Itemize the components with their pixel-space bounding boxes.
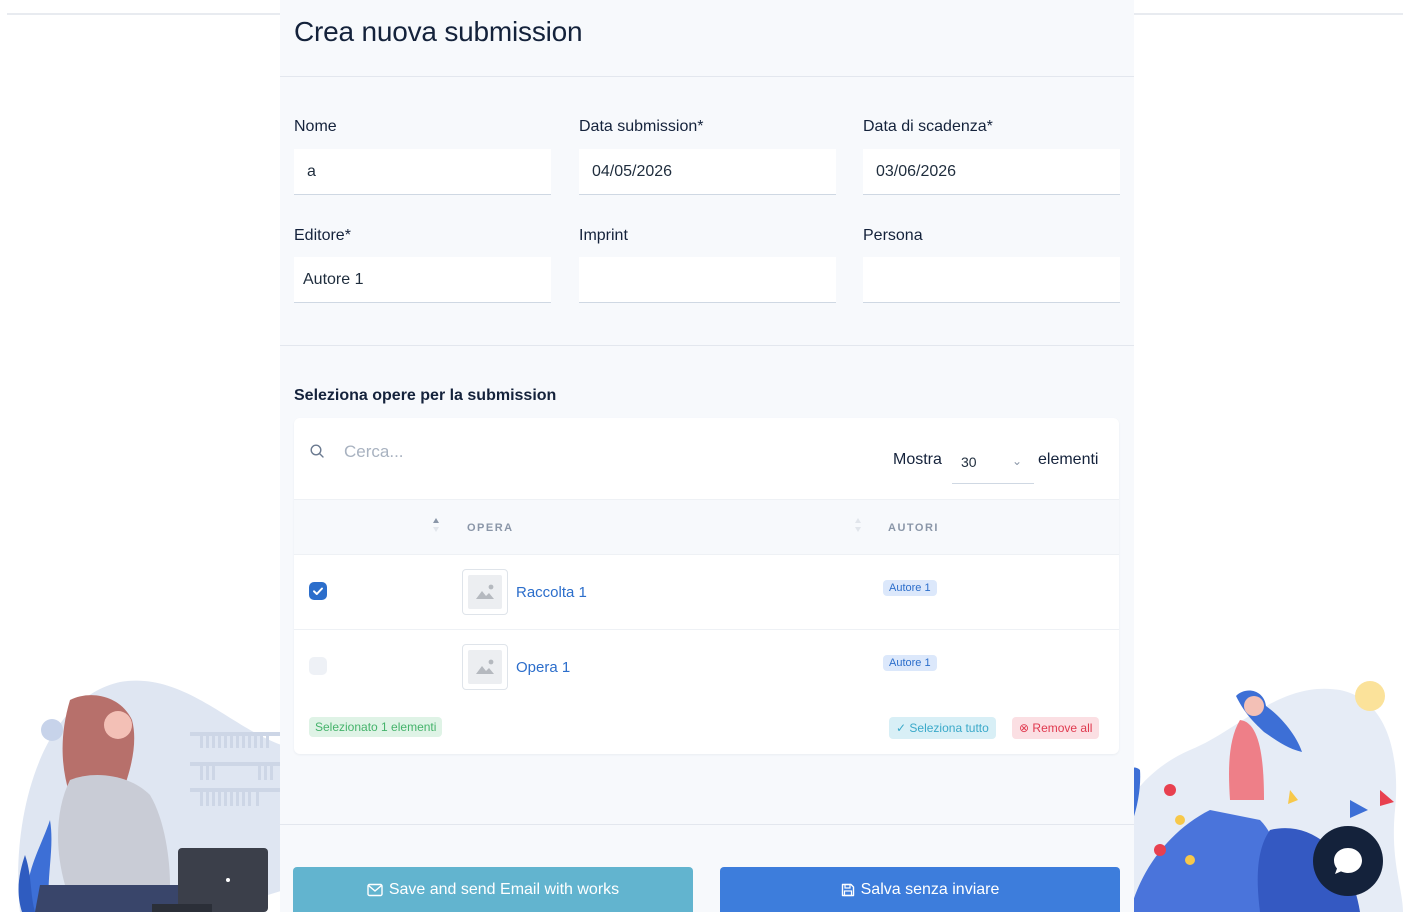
- image-placeholder-icon: [476, 659, 494, 674]
- page-size-suffix: elementi: [1038, 451, 1099, 468]
- divider: [280, 76, 1134, 77]
- table-header: OPERA AUTORI: [294, 499, 1119, 555]
- selected-count-badge: Selezionato 1 elementi: [309, 717, 443, 737]
- sort-icon[interactable]: [854, 516, 862, 534]
- remove-all-label: Remove all: [1032, 721, 1093, 735]
- page-size-prefix: Mostra: [893, 451, 942, 468]
- circle-decoration: [41, 719, 63, 741]
- save-and-send-email-button[interactable]: Save and send Email with works: [293, 867, 693, 912]
- data-submission-label: Data submission*: [579, 118, 704, 135]
- row-checkbox[interactable]: [309, 582, 327, 600]
- image-placeholder-icon: [476, 584, 494, 599]
- work-title-link[interactable]: Raccolta 1: [516, 584, 587, 601]
- page-size-value: 30: [961, 454, 977, 470]
- imprint-label: Imprint: [579, 227, 628, 244]
- works-section-title: Seleziona opere per la submission: [294, 387, 557, 404]
- data-scadenza-label: Data di scadenza*: [863, 118, 993, 135]
- nome-input[interactable]: a: [294, 149, 551, 195]
- divider: [280, 824, 1134, 825]
- chat-bubble-icon: [1334, 848, 1362, 874]
- editore-select[interactable]: Autore 1: [294, 257, 551, 303]
- table-row: Opera 1 Autore 1: [294, 630, 1119, 705]
- check-icon: [313, 587, 323, 595]
- imprint-select[interactable]: [579, 257, 836, 303]
- x-circle-icon: ⊗: [1019, 721, 1030, 735]
- page-size-select[interactable]: 30 ⌄: [952, 444, 1034, 484]
- work-thumbnail: [462, 569, 508, 615]
- persona-select[interactable]: [863, 257, 1120, 303]
- works-table: Mostra 30 ⌄ elementi OPERA AUTORI: [294, 418, 1119, 754]
- data-submission-input[interactable]: 04/05/2026: [579, 149, 836, 195]
- persona-label: Persona: [863, 227, 923, 244]
- search-input[interactable]: [344, 438, 644, 466]
- select-all-button[interactable]: ✓︎ Seleziona tutto: [889, 717, 996, 739]
- sun-graphic: [1355, 681, 1385, 711]
- remove-all-button[interactable]: ⊗ Remove all: [1012, 717, 1100, 739]
- submission-form-card: Crea nuova submission Nome a Data submis…: [280, 0, 1134, 912]
- check-circle-icon: ✓︎: [896, 721, 907, 735]
- laptop-graphic: [178, 848, 268, 912]
- column-header-opera[interactable]: OPERA: [467, 522, 514, 534]
- data-scadenza-input[interactable]: 03/06/2026: [863, 149, 1120, 195]
- person-face: [104, 711, 132, 739]
- chevron-down-icon: ⌄: [1011, 454, 1022, 468]
- row-checkbox[interactable]: [309, 657, 327, 675]
- envelope-icon: [367, 883, 383, 896]
- save-without-sending-button[interactable]: Salva senza inviare: [720, 867, 1120, 912]
- nome-label: Nome: [294, 118, 337, 135]
- work-title-link[interactable]: Opera 1: [516, 659, 570, 676]
- floppy-disk-icon: [841, 883, 854, 896]
- sort-icon[interactable]: [432, 516, 440, 534]
- table-row: Raccolta 1 Autore 1: [294, 555, 1119, 630]
- author-badge: Autore 1: [883, 655, 937, 671]
- author-badge: Autore 1: [883, 580, 937, 596]
- editore-label: Editore*: [294, 227, 351, 244]
- column-header-autori[interactable]: AUTORI: [888, 522, 939, 534]
- page-title: Crea nuova submission: [294, 16, 583, 47]
- save-and-send-email-label: Save and send Email with works: [388, 880, 620, 898]
- divider: [280, 345, 1134, 346]
- save-without-sending-label: Salva senza inviare: [860, 880, 1000, 898]
- work-thumbnail: [462, 644, 508, 690]
- chat-widget-button[interactable]: [1313, 826, 1383, 896]
- search-icon: [310, 444, 324, 458]
- select-all-label: Seleziona tutto: [909, 721, 989, 735]
